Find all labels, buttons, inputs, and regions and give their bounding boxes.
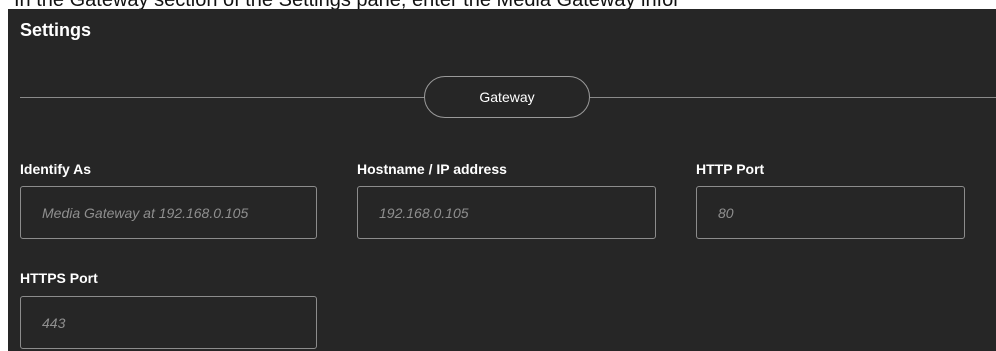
http-port-input[interactable] [696, 186, 965, 239]
section-divider-left [20, 97, 425, 98]
hostname-label: Hostname / IP address [357, 161, 507, 177]
identify-as-input[interactable] [20, 186, 317, 239]
http-port-label: HTTP Port [696, 161, 765, 177]
panel-title: Settings [20, 20, 92, 40]
section-header-label: Gateway [479, 89, 535, 105]
section-divider-right [590, 97, 996, 98]
hostname-input[interactable] [357, 186, 656, 239]
https-port-input[interactable] [20, 296, 317, 349]
section-header-gateway: Gateway [424, 76, 590, 118]
identify-as-label: Identify As [20, 161, 92, 177]
settings-pane: Settings Gateway Identify As Hostname / … [8, 9, 996, 351]
https-port-label: HTTPS Port [20, 270, 98, 286]
